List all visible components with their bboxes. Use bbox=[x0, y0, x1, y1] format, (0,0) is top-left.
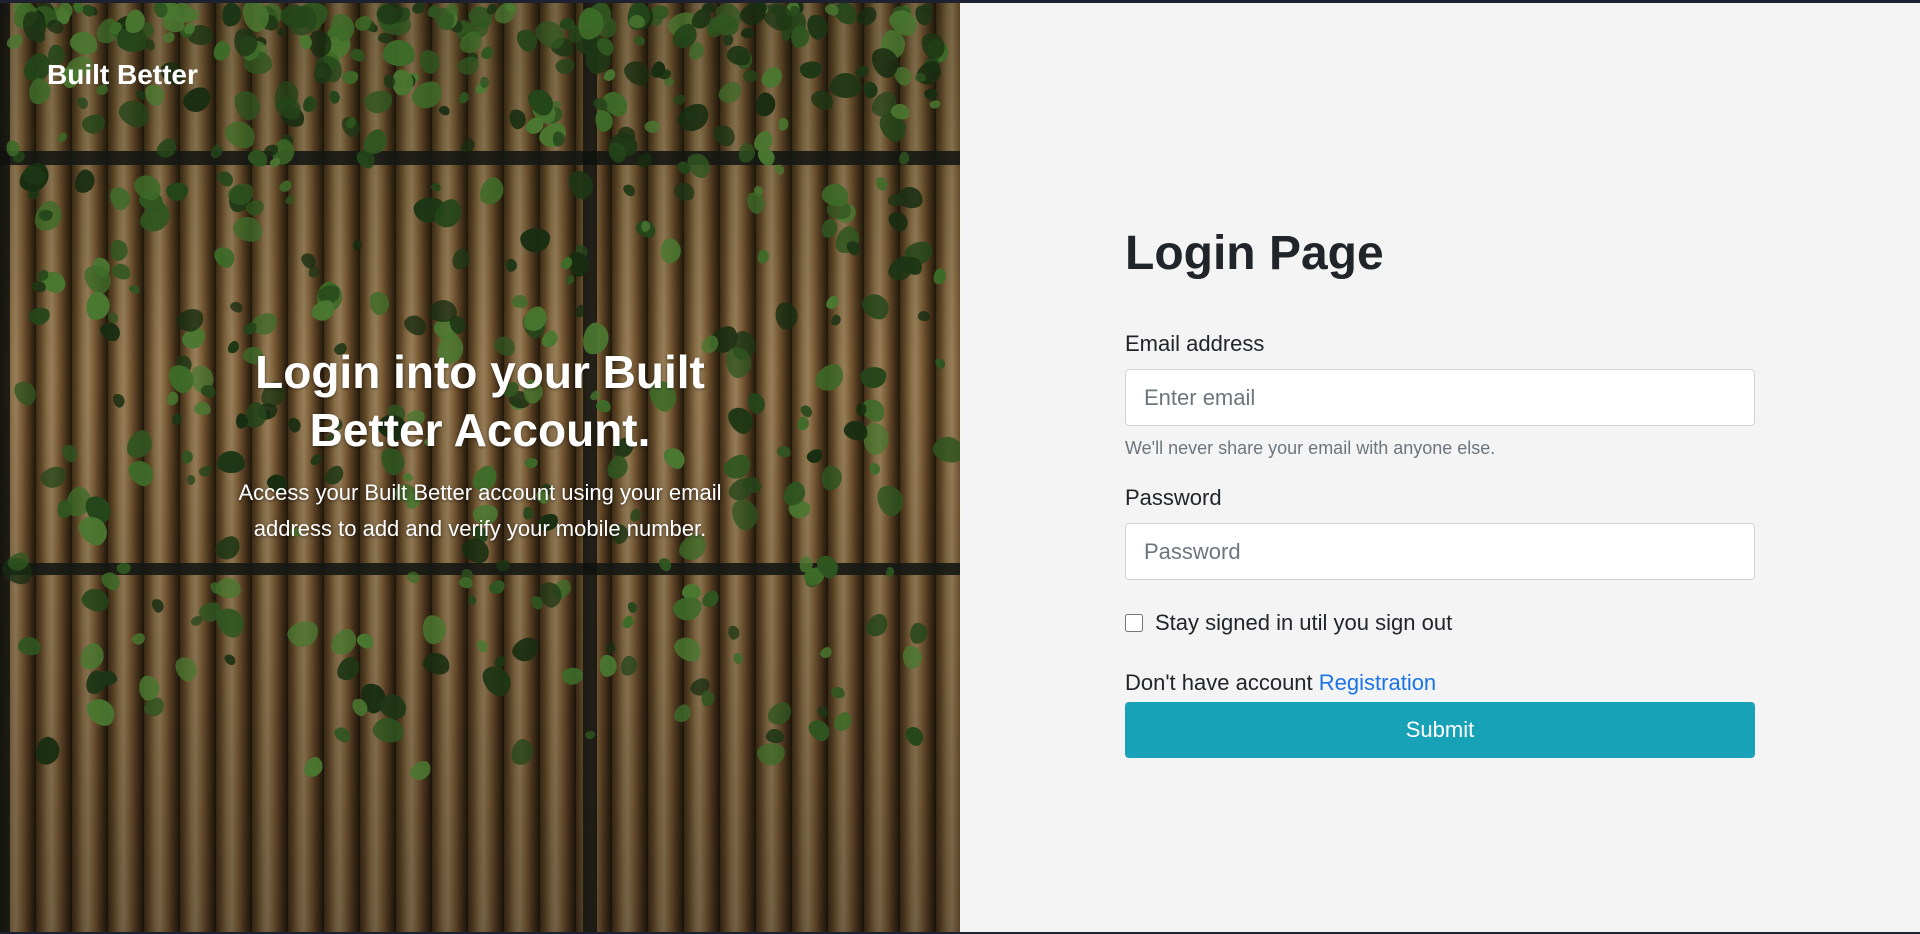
hero-title: Login into your Built Better Account. bbox=[255, 346, 705, 456]
brand-logo[interactable]: Built Better bbox=[47, 59, 198, 91]
login-form-panel: Login Page Email address We'll never sha… bbox=[960, 3, 1920, 932]
hero-text-block: Login into your Built Better Account. Ac… bbox=[230, 343, 730, 547]
registration-row: Don't have account Registration bbox=[1125, 670, 1755, 696]
stay-signed-in-label[interactable]: Stay signed in util you sign out bbox=[1155, 610, 1452, 636]
hero-subtitle: Access your Built Better account using y… bbox=[238, 480, 722, 541]
hero-panel: Built Better Login into your Built Bette… bbox=[0, 3, 960, 932]
password-input[interactable] bbox=[1125, 523, 1755, 580]
login-form: Login Page Email address We'll never sha… bbox=[1125, 223, 1755, 758]
page-title: Login Page bbox=[1125, 227, 1384, 280]
stay-signed-in-checkbox[interactable] bbox=[1125, 614, 1143, 632]
email-input[interactable] bbox=[1125, 369, 1755, 426]
app-window: Built Better Login into your Built Bette… bbox=[0, 3, 1920, 932]
email-help-text: We'll never share your email with anyone… bbox=[1125, 438, 1496, 458]
no-account-text: Don't have account bbox=[1125, 670, 1313, 695]
submit-button[interactable]: Submit bbox=[1125, 702, 1755, 758]
registration-link[interactable]: Registration bbox=[1319, 670, 1436, 695]
password-label: Password bbox=[1125, 485, 1222, 510]
stay-signed-in-row: Stay signed in util you sign out bbox=[1125, 610, 1755, 636]
email-label: Email address bbox=[1125, 331, 1265, 356]
